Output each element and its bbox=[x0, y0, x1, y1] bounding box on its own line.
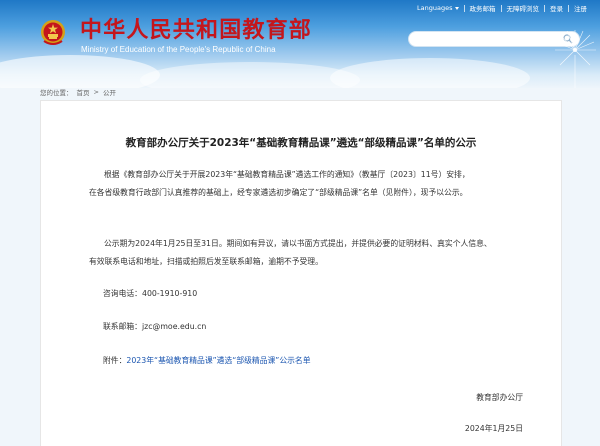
accessibility-link[interactable]: 无障碍浏览 bbox=[502, 3, 545, 13]
attachment: 附件：2023年“基础教育精品课”遴选“部级精品课”公示名单 bbox=[103, 355, 311, 366]
contact-email: 联系邮箱：jzc@moe.edu.cn bbox=[103, 321, 206, 332]
issue-date: 2024年1月25日 bbox=[464, 424, 523, 433]
contact-phone: 咨询电话：400-1910-910 bbox=[103, 288, 197, 299]
languages-label: Languages bbox=[417, 4, 453, 12]
breadcrumb-separator: > bbox=[93, 88, 99, 96]
paragraph-line: 公示期为2024年1月25日至31日。期间如有异议，请以书面方式提出，并提供必要… bbox=[104, 239, 492, 248]
attachment-label: 附件： bbox=[103, 356, 127, 365]
site-subtitle: Ministry of Education of the People's Re… bbox=[81, 45, 276, 54]
paragraph-line: 根据《教育部办公厅关于开展2023年“基础教育精品课”遴选工作的通知》（教基厅〔… bbox=[104, 170, 470, 179]
email-label: 联系邮箱： bbox=[103, 322, 142, 331]
attachment-link[interactable]: 2023年“基础教育精品课”遴选“部级精品课”公示名单 bbox=[126, 356, 310, 365]
chevron-down-icon bbox=[454, 6, 459, 10]
site-header: Languages 政务邮箱 无障碍浏览 登录 注册 中华人民共和国教育部 Mi… bbox=[0, 0, 600, 88]
notice-paragraph-1: 根据《教育部办公厅关于开展2023年“基础教育精品课”遴选工作的通知》（教基厅〔… bbox=[89, 165, 519, 184]
top-nav: Languages 政务邮箱 无障碍浏览 登录 注册 bbox=[412, 2, 592, 14]
breadcrumb-current-link[interactable]: 公开 bbox=[103, 87, 116, 97]
notice-paragraph-1-cont: 在各省级教育行政部门认真推荐的基础上，经专家遴选初步确定了“部级精品课”名单（见… bbox=[89, 183, 519, 202]
breadcrumb: 您的位置： 首页 > 公开 bbox=[40, 86, 116, 98]
paragraph-line: 在各省级教育行政部门认真推荐的基础上，经专家遴选初步确定了“部级精品课”名单（见… bbox=[89, 188, 468, 197]
gov-mail-link[interactable]: 政务邮箱 bbox=[465, 3, 501, 13]
login-link[interactable]: 登录 bbox=[545, 3, 568, 13]
paragraph-line: 有效联系电话和地址，扫描或拍照后发至联系邮箱，逾期不予受理。 bbox=[89, 257, 323, 266]
issuer: 教育部办公厅 bbox=[476, 393, 523, 402]
cloud-decoration bbox=[140, 62, 360, 88]
notice-paragraph-2: 公示期为2024年1月25日至31日。期间如有异议，请以书面方式提出，并提供必要… bbox=[89, 234, 519, 253]
notice-article: 教育部办公厅关于2023年“基础教育精品课”遴选“部级精品课”名单的公示 根据《… bbox=[40, 100, 562, 446]
phone-number: 400-1910-910 bbox=[141, 289, 198, 298]
register-link[interactable]: 注册 bbox=[569, 3, 592, 13]
site-title[interactable]: 中华人民共和国教育部 bbox=[80, 19, 312, 43]
dandelion-decoration bbox=[555, 30, 596, 88]
notice-title: 教育部办公厅关于2023年“基础教育精品课”遴选“部级精品课”名单的公示 bbox=[125, 137, 477, 149]
breadcrumb-home-link[interactable]: 首页 bbox=[77, 87, 90, 97]
breadcrumb-prefix: 您的位置： bbox=[40, 89, 73, 97]
national-emblem-icon bbox=[41, 20, 65, 45]
notice-paragraph-2-cont: 有效联系电话和地址，扫描或拍照后发至联系邮箱，逾期不予受理。 bbox=[89, 252, 519, 271]
email-address[interactable]: jzc@moe.edu.cn bbox=[142, 322, 206, 331]
cloud-decoration bbox=[330, 58, 530, 88]
cloud-decoration bbox=[0, 55, 160, 88]
phone-label: 咨询电话： bbox=[103, 289, 142, 298]
languages-menu[interactable]: Languages bbox=[412, 4, 463, 12]
